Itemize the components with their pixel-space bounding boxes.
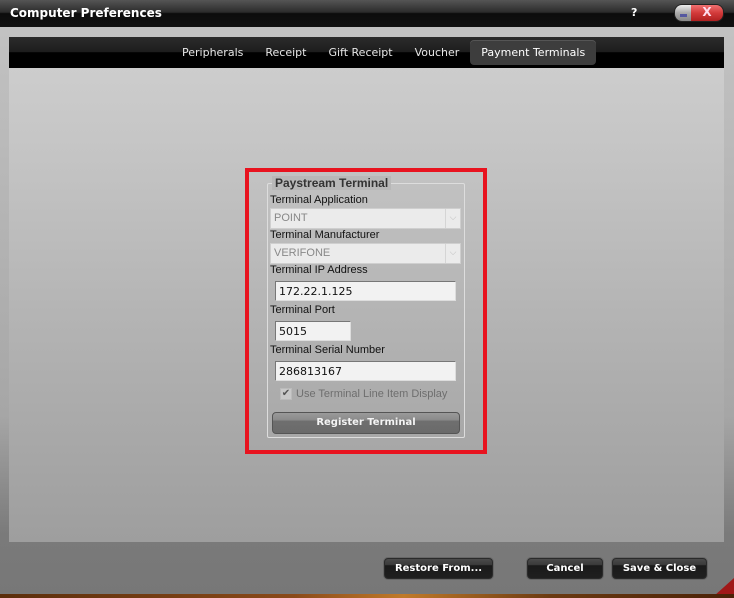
line-item-display-checkbox[interactable]: ✔ [280,388,292,400]
chevron-down-icon: ⌵ [445,244,460,263]
tab-receipt[interactable]: Receipt [254,40,317,65]
preferences-window: Computer Preferences ? X Peripherals Rec… [0,0,734,596]
minimize-button[interactable] [675,5,691,21]
minimize-icon [680,14,687,17]
desktop-background [0,594,734,598]
cancel-button[interactable]: Cancel [527,558,603,579]
terminal-serial-input[interactable]: 286813167 [275,361,456,381]
register-terminal-button[interactable]: Register Terminal [272,412,460,434]
tab-voucher[interactable]: Voucher [404,40,471,65]
terminal-port-input[interactable]: 5015 [275,321,351,341]
close-icon: X [702,5,712,19]
tab-bar: Peripherals Receipt Gift Receipt Voucher… [9,37,724,68]
line-item-display-label: Use Terminal Line Item Display [296,388,448,400]
save-close-button[interactable]: Save & Close [612,558,707,579]
restore-from-button[interactable]: Restore From... [384,558,493,579]
help-button[interactable]: ? [631,6,637,19]
window-controls: X [675,5,723,21]
terminal-ip-label: Terminal IP Address [270,264,368,276]
window-title: Computer Preferences [10,6,162,20]
terminal-serial-label: Terminal Serial Number [270,344,385,356]
checkmark-icon: ✔ [281,388,291,399]
line-item-display-checkbox-row[interactable]: ✔ Use Terminal Line Item Display [280,388,447,400]
terminal-application-label: Terminal Application [270,194,368,206]
tab-payment-terminals[interactable]: Payment Terminals [470,40,597,65]
terminal-manufacturer-label: Terminal Manufacturer [270,229,380,241]
terminal-application-value: POINT [274,212,308,224]
terminal-application-select[interactable]: POINT ⌵ [270,208,461,229]
chevron-down-icon: ⌵ [445,209,460,228]
title-bar[interactable]: Computer Preferences ? X [0,0,734,27]
group-title: Paystream Terminal [272,176,392,190]
terminal-port-label: Terminal Port [270,304,335,316]
close-button[interactable]: X [691,5,723,21]
terminal-ip-input[interactable]: 172.22.1.125 [275,281,456,301]
tab-peripherals[interactable]: Peripherals [171,40,254,65]
tab-gift-receipt[interactable]: Gift Receipt [317,40,403,65]
terminal-manufacturer-value: VERIFONE [274,247,331,259]
terminal-manufacturer-select[interactable]: VERIFONE ⌵ [270,243,461,264]
